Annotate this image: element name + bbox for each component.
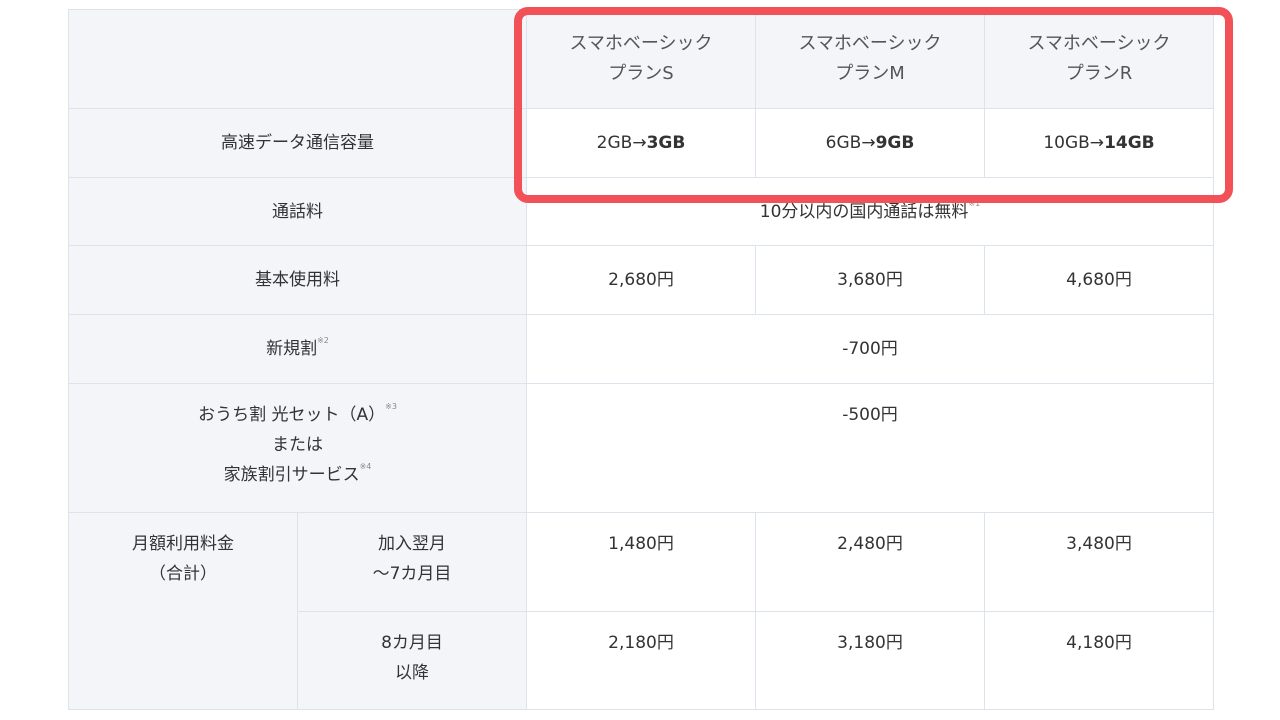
basic-fee-label: 基本使用料 bbox=[68, 245, 527, 315]
plan-m-name-line2: プランM bbox=[835, 63, 905, 84]
new-discount-value: -700円 bbox=[526, 314, 1214, 384]
data-capacity-r-from: 10GB→ bbox=[1043, 133, 1105, 153]
home-discount-footnote1: ※3 bbox=[385, 402, 397, 412]
home-discount-line1-wrap: おうち割 光セット（A）※3 bbox=[69, 400, 526, 430]
plan-s-header: スマホベーシック プランS bbox=[526, 9, 756, 109]
data-capacity-s: 2GB→3GB bbox=[526, 108, 756, 178]
basic-fee-m: 3,680円 bbox=[755, 245, 985, 315]
plan-s-name-line2: プランS bbox=[608, 63, 674, 84]
home-discount-line1: おうち割 光セット（A） bbox=[198, 405, 386, 425]
data-capacity-r-to: 14GB bbox=[1104, 133, 1155, 153]
plan-header-row: スマホベーシック プランS スマホベーシック プランM スマホベーシック プラン… bbox=[68, 9, 1214, 109]
home-discount-value: -500円 bbox=[526, 383, 1214, 513]
monthly-2-s: 2,180円 bbox=[526, 611, 756, 710]
call-fee-label: 通話料 bbox=[68, 177, 527, 246]
call-fee-footnote: ※1 bbox=[968, 198, 981, 208]
monthly-label-cell: 月額利用料金 （合計） bbox=[68, 512, 298, 710]
monthly-period-2: 8カ月目 以降 bbox=[297, 611, 527, 710]
data-capacity-m: 6GB→9GB bbox=[755, 108, 985, 178]
home-discount-line3: 家族割引サービス bbox=[223, 465, 360, 485]
new-discount-row: 新規割※2 -700円 bbox=[68, 314, 1214, 384]
home-discount-line3-wrap: 家族割引サービス※4 bbox=[69, 460, 526, 490]
header-corner-cell bbox=[68, 9, 527, 109]
new-discount-label-cell: 新規割※2 bbox=[68, 314, 527, 384]
data-capacity-m-to: 9GB bbox=[875, 133, 915, 153]
call-fee-row: 通話料 10分以内の国内通話は無料※1 bbox=[68, 177, 1214, 246]
plan-m-name-line1: スマホベーシック bbox=[798, 33, 942, 54]
plan-r-name-line1: スマホベーシック bbox=[1027, 33, 1171, 54]
home-discount-footnote2: ※4 bbox=[359, 462, 372, 472]
home-discount-label-cell: おうち割 光セット（A）※3 または 家族割引サービス※4 bbox=[68, 383, 527, 513]
plan-s-name-line1: スマホベーシック bbox=[569, 33, 713, 54]
monthly-1-r: 3,480円 bbox=[984, 512, 1214, 612]
monthly-period-1: 加入翌月 ～7カ月目 bbox=[297, 512, 527, 612]
home-discount-line2: または bbox=[272, 435, 323, 455]
data-capacity-r: 10GB→14GB bbox=[984, 108, 1214, 178]
new-discount-label: 新規割 bbox=[266, 339, 318, 359]
data-capacity-s-from: 2GB→ bbox=[596, 133, 647, 153]
monthly-label-line2: （合計） bbox=[149, 564, 217, 584]
monthly-1-s: 1,480円 bbox=[526, 512, 756, 612]
data-capacity-row: 高速データ通信容量 2GB→3GB 6GB→9GB 10GB→14GB bbox=[68, 108, 1214, 178]
data-capacity-m-from: 6GB→ bbox=[825, 133, 876, 153]
call-fee-value: 10分以内の国内通話は無料※1 bbox=[526, 177, 1214, 246]
call-fee-text: 10分以内の国内通話は無料 bbox=[759, 201, 969, 222]
monthly-row-1: 月額利用料金 （合計） 加入翌月 ～7カ月目 1,480円 2,480円 3,4… bbox=[68, 512, 1214, 710]
data-capacity-s-to: 3GB bbox=[646, 133, 686, 153]
period-2-line2: 以降 bbox=[395, 663, 429, 683]
monthly-2-m: 3,180円 bbox=[755, 611, 985, 710]
period-2-line1: 8カ月目 bbox=[381, 633, 443, 653]
period-1-line2: ～7カ月目 bbox=[372, 564, 452, 584]
home-discount-row: おうち割 光セット（A）※3 または 家族割引サービス※4 -500円 bbox=[68, 383, 1214, 513]
basic-fee-r: 4,680円 bbox=[984, 245, 1214, 315]
plan-comparison-table: スマホベーシック プランS スマホベーシック プランM スマホベーシック プラン… bbox=[68, 9, 1214, 710]
plan-m-header: スマホベーシック プランM bbox=[755, 9, 985, 109]
period-1-line1: 加入翌月 bbox=[378, 534, 446, 554]
data-capacity-label: 高速データ通信容量 bbox=[68, 108, 527, 178]
monthly-1-m: 2,480円 bbox=[755, 512, 985, 612]
basic-fee-s: 2,680円 bbox=[526, 245, 756, 315]
new-discount-footnote: ※2 bbox=[317, 336, 329, 346]
monthly-2-r: 4,180円 bbox=[984, 611, 1214, 710]
monthly-label-line1: 月額利用料金 bbox=[132, 534, 234, 554]
plan-r-header: スマホベーシック プランR bbox=[984, 9, 1214, 109]
plan-r-name-line2: プランR bbox=[1065, 63, 1133, 84]
basic-fee-row: 基本使用料 2,680円 3,680円 4,680円 bbox=[68, 245, 1214, 315]
